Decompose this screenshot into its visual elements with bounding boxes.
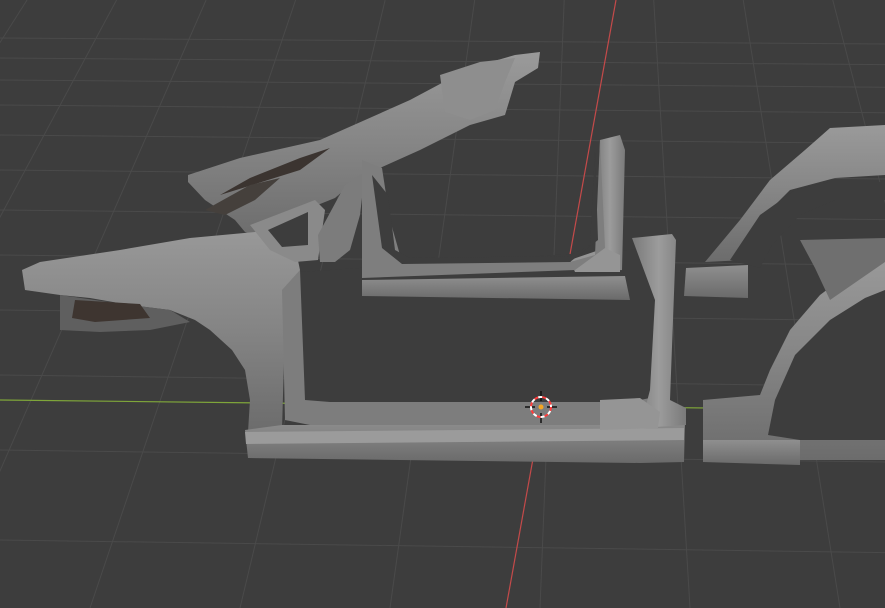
object-origin-dot [538,404,544,410]
3d-viewport[interactable] [0,0,885,608]
viewport-canvas[interactable] [0,0,885,608]
